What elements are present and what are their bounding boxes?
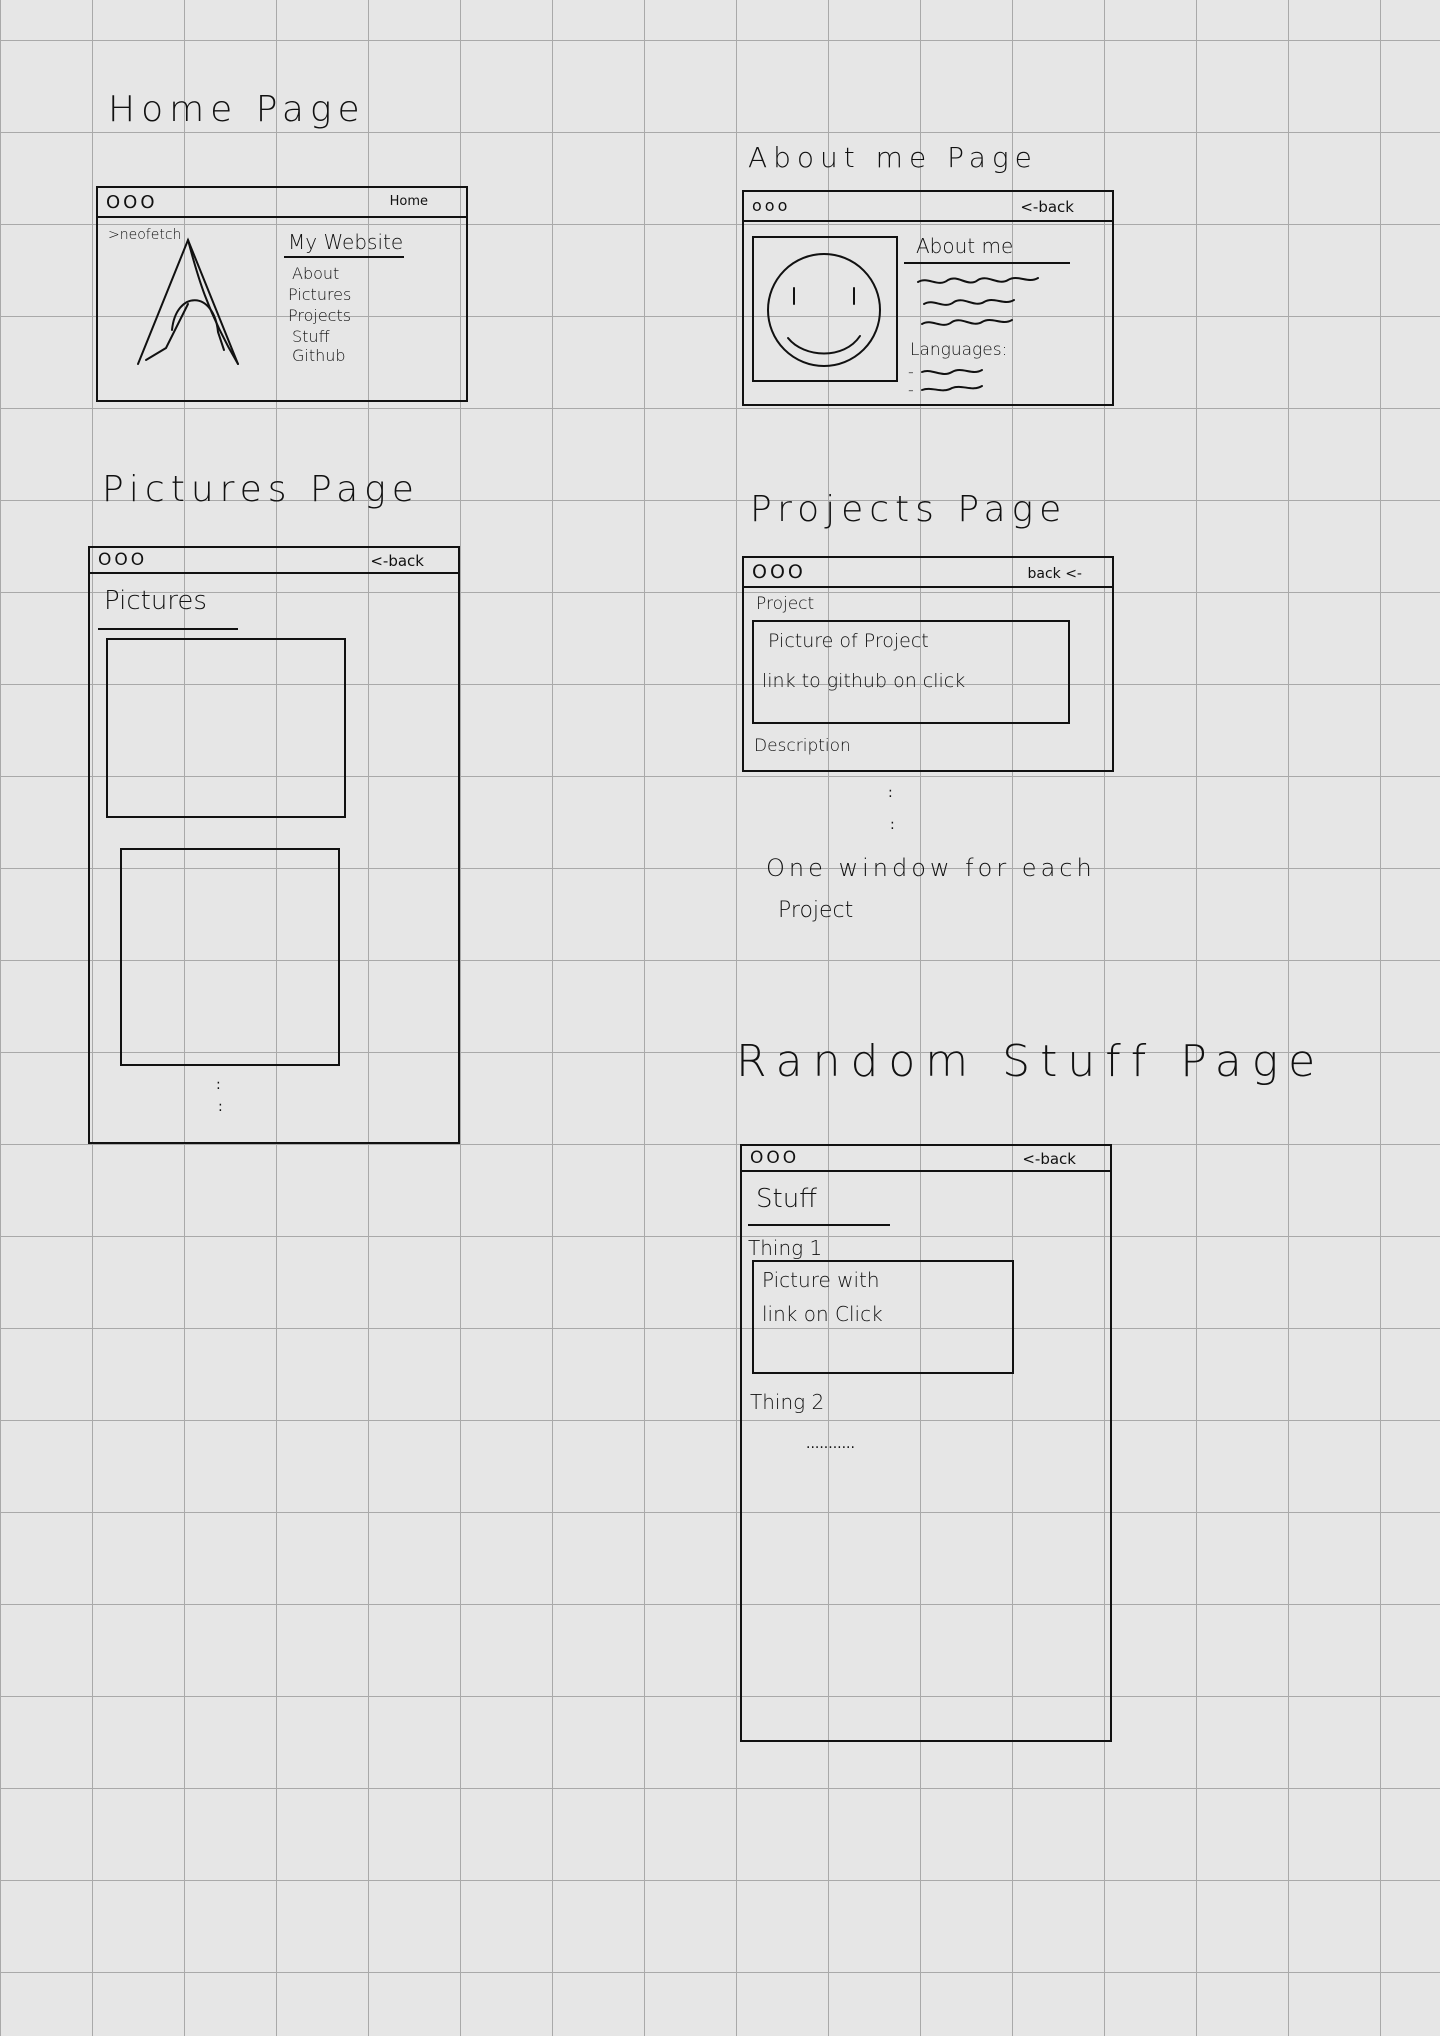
- thing-1-label: Thing 1: [748, 1236, 823, 1260]
- back-button[interactable]: <-back: [370, 552, 424, 570]
- pictures-heading-underline: [98, 628, 238, 630]
- projects-page-title: Projects Page: [750, 489, 1068, 530]
- window-controls[interactable]: OOO: [752, 561, 806, 583]
- window-controls[interactable]: OOO: [750, 1148, 799, 1168]
- site-heading: My Website: [288, 230, 404, 254]
- language-bullet-2: -: [908, 380, 914, 399]
- more-pictures-indicator-2: :: [218, 1099, 223, 1115]
- picture-placeholder-2[interactable]: [120, 848, 340, 1066]
- nav-link-projects[interactable]: Projects: [288, 308, 351, 324]
- projects-window: OOO back <- Project Picture of Project l…: [742, 556, 1114, 772]
- projects-note-line2: Project: [778, 898, 854, 923]
- github-link-text[interactable]: link to github on click: [762, 672, 965, 691]
- pictures-window: OOO <-back Pictures : :: [88, 546, 460, 1144]
- nav-link-stuff[interactable]: Stuff: [292, 329, 330, 345]
- project-description: Description: [754, 736, 851, 756]
- heading-underline: [284, 256, 404, 258]
- stuff-heading-underline: [748, 1224, 890, 1226]
- home-page-title: Home Page: [108, 89, 366, 130]
- about-window: ooo <-back About me Languages: - -: [742, 190, 1114, 406]
- arch-logo-icon: [137, 237, 239, 365]
- window-controls[interactable]: ooo: [752, 196, 790, 215]
- about-heading-underline: [904, 262, 1070, 264]
- thing-2-label: Thing 2: [750, 1390, 825, 1414]
- about-page-title: About me Page: [748, 141, 1038, 174]
- home-window: OOO Home >neofetch My Website About Pict…: [96, 186, 468, 402]
- profile-picture-frame: [752, 236, 898, 382]
- pictures-title-bar: OOO <-back: [90, 548, 458, 574]
- more-stuff-indicator: ...........: [806, 1436, 855, 1452]
- stuff-heading: Stuff: [756, 1184, 818, 1214]
- stuff-title-bar: OOO <-back: [742, 1146, 1110, 1172]
- picture-placeholder-1[interactable]: [106, 638, 346, 818]
- window-controls[interactable]: OOO: [98, 550, 147, 570]
- pictures-heading: Pictures: [104, 586, 207, 616]
- thing-1-card[interactable]: Picture with link on Click: [752, 1260, 1014, 1374]
- pictures-page-title: Pictures Page: [102, 469, 420, 510]
- project-picture-text: Picture of Project: [768, 630, 929, 652]
- nav-link-pictures[interactable]: Pictures: [288, 287, 351, 303]
- smiley-face-icon: [767, 253, 881, 367]
- project-label: Project: [756, 594, 815, 614]
- project-card[interactable]: Picture of Project link to github on cli…: [752, 620, 1070, 724]
- languages-label: Languages:: [910, 340, 1008, 360]
- stuff-window: OOO <-back Stuff Thing 1 Picture with li…: [740, 1144, 1112, 1742]
- window-controls[interactable]: OOO: [106, 192, 158, 213]
- projects-title-bar: OOO back <-: [744, 558, 1112, 588]
- more-projects-indicator-2: :: [890, 817, 895, 833]
- more-pictures-indicator: :: [216, 1077, 221, 1093]
- home-title-bar: OOO Home: [98, 188, 466, 218]
- sketch-canvas: { "home": { "title": "Home Page", "dots"…: [0, 0, 1440, 2036]
- thing-1-link-text[interactable]: link on Click: [762, 1304, 883, 1324]
- placeholder-text-scribble: [917, 277, 1039, 326]
- nav-link-github[interactable]: Github: [292, 348, 346, 364]
- thing-1-picture-text: Picture with: [762, 1268, 880, 1292]
- stuff-page-title: Random Stuff Page: [736, 1036, 1326, 1087]
- projects-note-line1: One window for each: [766, 854, 1096, 882]
- nav-link-about[interactable]: About: [292, 266, 339, 282]
- back-button[interactable]: back <-: [1027, 566, 1082, 582]
- languages-scribble: [921, 369, 983, 392]
- back-button[interactable]: <-back: [1020, 198, 1074, 216]
- home-nav-label[interactable]: Home: [390, 194, 428, 209]
- about-heading: About me: [916, 234, 1014, 258]
- about-title-bar: ooo <-back: [744, 192, 1112, 222]
- more-projects-indicator: :: [888, 785, 893, 801]
- language-bullet-1: -: [908, 362, 914, 381]
- back-button[interactable]: <-back: [1022, 1150, 1076, 1168]
